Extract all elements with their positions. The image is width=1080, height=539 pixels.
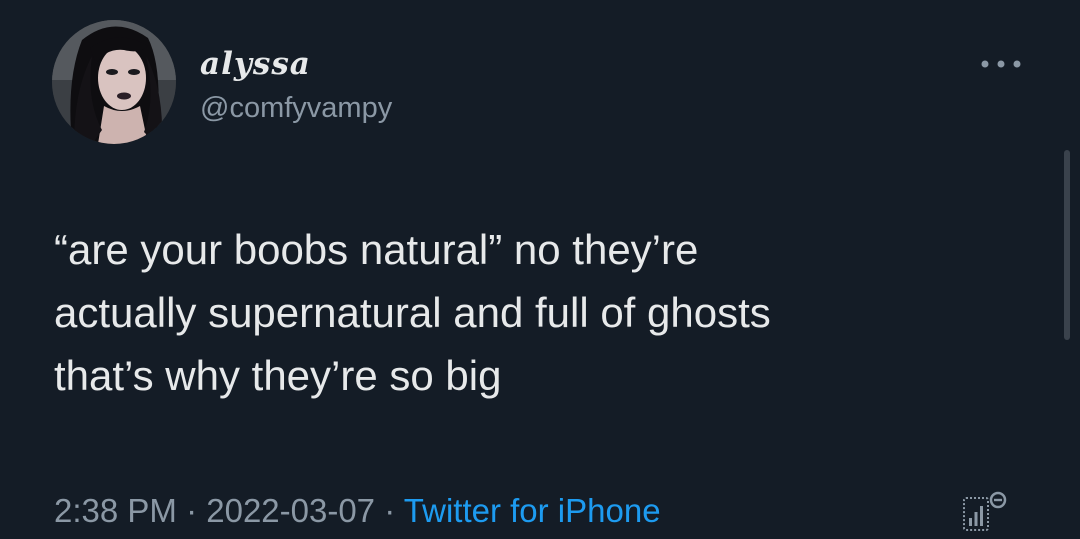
tweet-date[interactable]: 2022-03-07 [206, 492, 375, 529]
display-name[interactable]: alyssa [200, 46, 311, 82]
view-analytics-button[interactable] [958, 488, 1020, 534]
scrollbar[interactable] [1064, 150, 1070, 340]
avatar[interactable] [52, 20, 176, 144]
meta-separator: · [375, 492, 404, 529]
tweet-time[interactable]: 2:38 PM [54, 492, 177, 529]
meta-separator: · [176, 492, 207, 529]
tweet-text: “are your boobs natural” no they’re actu… [54, 226, 771, 399]
more-options-button[interactable] [975, 52, 1027, 76]
tweet-meta: 2:38 PM · 2022-03-07 · Twitter for iPhon… [54, 492, 661, 530]
tweet-source-link[interactable]: Twitter for iPhone [404, 492, 661, 529]
analytics-icon [963, 491, 1007, 531]
user-handle[interactable]: @comfyvampy [200, 92, 392, 125]
tweet-card: alyssa @comfyvampy “are your boobs natur… [0, 0, 1080, 539]
more-horizontal-icon [981, 60, 1021, 68]
avatar-image [52, 20, 176, 144]
